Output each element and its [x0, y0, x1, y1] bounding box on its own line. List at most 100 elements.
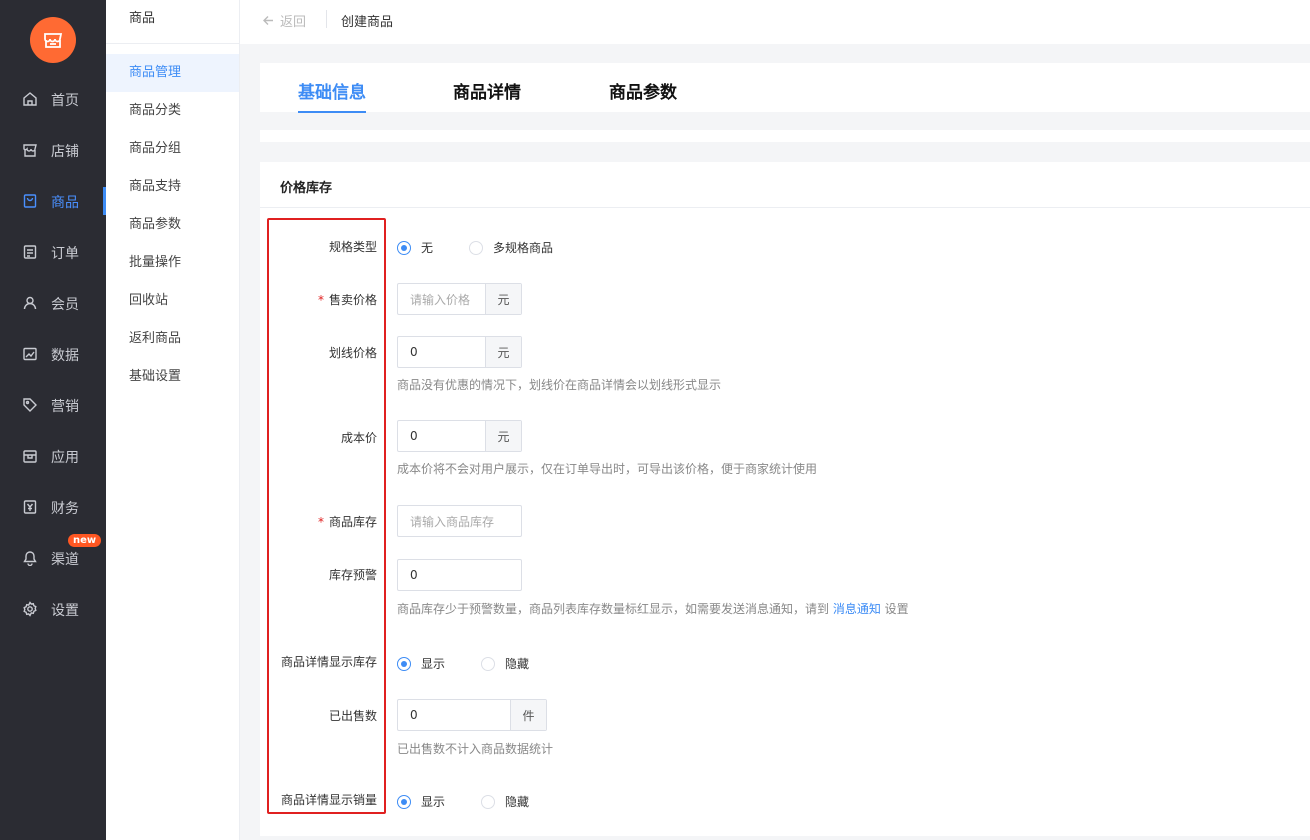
nav-item-goods[interactable]: 商品 — [0, 181, 106, 221]
sold-count-help: 已出售数不计入商品数据统计 — [397, 742, 554, 756]
stock-label-text: 商品库存 — [328, 515, 377, 529]
radio-unchecked[interactable] — [481, 794, 496, 809]
tab-goods-detail[interactable]: 商品详情 — [453, 78, 521, 103]
nav-item-marketing[interactable]: 营销 — [0, 385, 106, 425]
unit-suffix: 件 — [510, 700, 546, 730]
spec-type-option-multi[interactable]: 多规格商品 — [469, 239, 553, 256]
back-button[interactable]: 返回 — [262, 11, 306, 30]
submenu-item-goods-group[interactable]: 商品分组 — [106, 130, 239, 168]
radio-checked[interactable] — [397, 656, 411, 671]
cost-price-label: 成本价 — [340, 431, 377, 445]
stock-alert-label: 库存预警 — [328, 568, 377, 582]
nav-item-store[interactable]: 店铺 — [0, 130, 106, 170]
show-sales-label: 商品详情显示销量 — [280, 793, 377, 807]
radio-label: 无 — [421, 241, 434, 255]
divider — [326, 10, 327, 28]
finance-icon — [23, 500, 37, 514]
show-stock-label: 商品详情显示库存 — [280, 655, 377, 669]
breadcrumb: 创建商品 — [341, 15, 394, 30]
nav-item-apps[interactable]: 应用 — [0, 436, 106, 476]
spec-type-option-none[interactable]: 无 — [397, 239, 433, 256]
nav-item-settings[interactable]: 设置 — [0, 589, 106, 629]
radio-checked[interactable] — [397, 240, 411, 255]
nav-label: 数据 — [51, 348, 79, 364]
tab-goods-params[interactable]: 商品参数 — [609, 78, 677, 103]
stock-label: * 商品库存 — [318, 513, 377, 530]
list-price-value: 0 — [410, 345, 418, 359]
currency-suffix: 元 — [485, 421, 521, 451]
list-price-input[interactable]: 0 元 — [397, 336, 522, 368]
nav-item-order[interactable]: 订单 — [0, 232, 106, 272]
sale-price-label: * 售卖价格 — [318, 291, 377, 308]
nav-label: 商品 — [51, 195, 79, 211]
submenu-item-rebate[interactable]: 返利商品 — [106, 320, 239, 358]
nav-label: 设置 — [51, 603, 79, 619]
stock-alert-help-suffix: 设置 — [880, 602, 909, 616]
stock-placeholder: 请输入商品库存 — [410, 514, 495, 529]
nav-label: 营销 — [51, 399, 79, 415]
sold-count-value: 0 — [410, 708, 418, 722]
top-bar: 返回 创建商品 — [240, 0, 1310, 44]
required-mark: * — [317, 515, 324, 529]
show-stock-option-hide[interactable]: 隐藏 — [481, 655, 529, 672]
cost-price-value: 0 — [410, 429, 418, 443]
stock-alert-help: 商品库存少于预警数量，商品列表库存数量标红显示，如需要发送消息通知，请到 消息通… — [397, 600, 909, 617]
radio-unchecked[interactable] — [481, 656, 496, 671]
radio-label: 隐藏 — [505, 795, 530, 809]
show-sales-radio-group: 显示 隐藏 — [397, 793, 565, 810]
store-logo-icon[interactable] — [30, 17, 76, 63]
sold-count-label: 已出售数 — [328, 709, 377, 723]
tab-basic-info[interactable]: 基础信息 — [298, 78, 366, 113]
nav-label: 订单 — [51, 246, 79, 262]
sale-price-placeholder: 请输入价格 — [410, 292, 471, 307]
submenu-item-goods-support[interactable]: 商品支持 — [106, 168, 239, 206]
currency-suffix: 元 — [485, 337, 521, 367]
member-icon — [23, 296, 37, 310]
submenu-item-goods-params[interactable]: 商品参数 — [106, 206, 239, 244]
store-icon — [23, 144, 37, 157]
message-notify-link[interactable]: 消息通知 — [833, 602, 881, 616]
stock-alert-help-text: 商品库存少于预警数量，商品列表库存数量标红显示，如需要发送消息通知，请到 — [397, 602, 833, 616]
goods-submenu: 商品 商品管理 商品分类 商品分组 商品支持 商品参数 批量操作 回收站 返利商… — [106, 0, 240, 840]
back-label: 返回 — [280, 15, 307, 30]
stock-alert-input[interactable]: 0 — [397, 559, 522, 591]
submenu-item-goods-category[interactable]: 商品分类 — [106, 92, 239, 130]
cost-price-input[interactable]: 0 元 — [397, 420, 522, 452]
list-price-label: 划线价格 — [328, 346, 377, 360]
tab-bar: 基础信息 商品详情 商品参数 — [260, 63, 1310, 113]
spec-type-label: 规格类型 — [328, 240, 377, 254]
submenu-item-basic-settings[interactable]: 基础设置 — [106, 358, 239, 396]
order-icon — [23, 245, 37, 259]
spec-type-radio-group: 无 多规格商品 — [397, 239, 589, 256]
settings-icon — [23, 601, 37, 617]
nav-item-data[interactable]: 数据 — [0, 334, 106, 374]
stock-input[interactable]: 请输入商品库存 — [397, 505, 522, 537]
nav-item-member[interactable]: 会员 — [0, 283, 106, 323]
cost-price-help: 成本价将不会对用户展示，仅在订单导出时，可导出该价格，便于商家统计使用 — [397, 462, 818, 476]
nav-item-finance[interactable]: 财务 — [0, 487, 106, 527]
sale-price-input[interactable]: 请输入价格 元 — [397, 283, 522, 315]
sale-price-label-text: 售卖价格 — [328, 293, 377, 307]
sold-count-input[interactable]: 0 件 — [397, 699, 547, 731]
app-icon — [23, 450, 37, 463]
submenu-item-goods-manage[interactable]: 商品管理 — [106, 54, 239, 92]
radio-label: 隐藏 — [505, 657, 530, 671]
show-stock-radio-group: 显示 隐藏 — [397, 655, 565, 672]
required-mark: * — [317, 293, 324, 307]
radio-unchecked[interactable] — [469, 240, 484, 255]
submenu-item-batch[interactable]: 批量操作 — [106, 244, 239, 282]
submenu-item-recycle[interactable]: 回收站 — [106, 282, 239, 320]
radio-checked[interactable] — [397, 794, 411, 809]
show-stock-option-show[interactable]: 显示 — [397, 655, 445, 672]
nav-item-home[interactable]: 首页 — [0, 79, 106, 119]
tag-icon — [23, 398, 37, 412]
nav-label: 财务 — [51, 501, 79, 517]
show-sales-option-hide[interactable]: 隐藏 — [481, 793, 529, 810]
nav-item-channel[interactable]: 渠道 new — [0, 534, 106, 578]
radio-label: 显示 — [421, 795, 446, 809]
show-sales-option-show[interactable]: 显示 — [397, 793, 445, 810]
arrow-left-icon — [263, 16, 273, 25]
price-stock-card: 价格库存 规格类型 无 多规格商品 * 售卖价格 请输入价格 元 划线价格 0 元… — [260, 162, 1310, 836]
submenu-title: 商品 — [106, 0, 239, 44]
channel-icon — [23, 551, 37, 566]
